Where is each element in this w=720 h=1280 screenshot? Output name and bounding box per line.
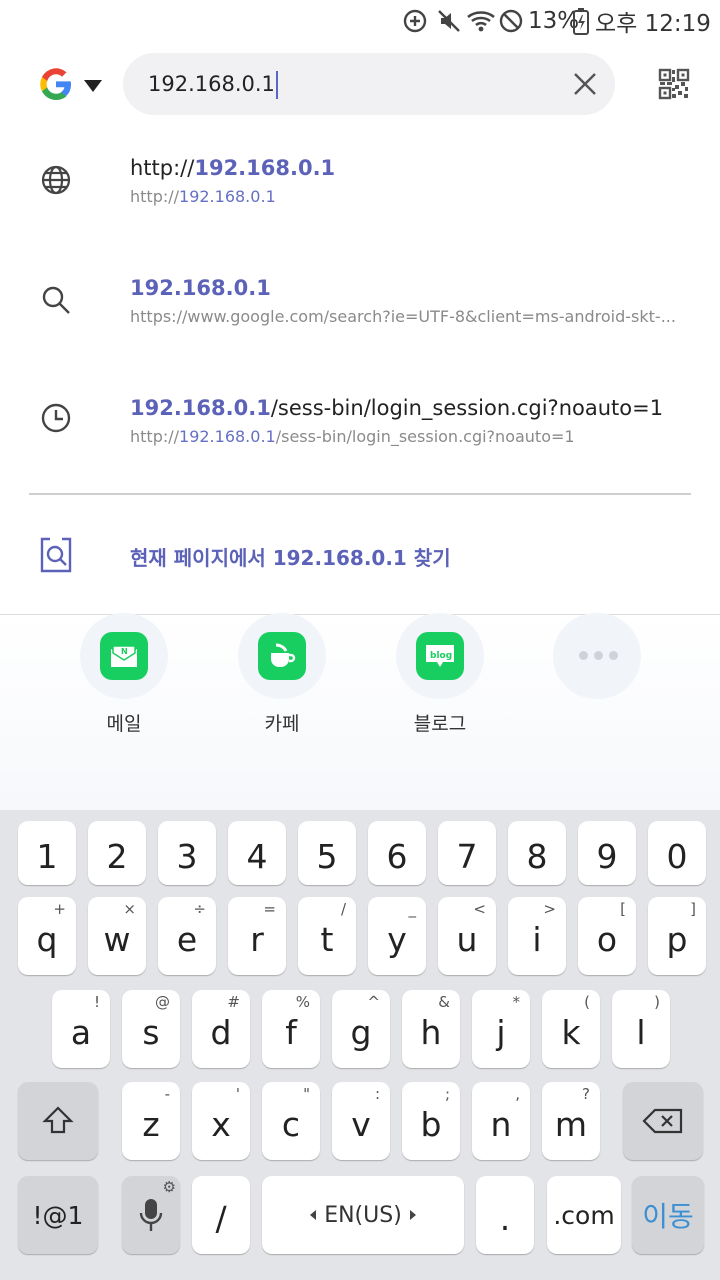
- battery-icon: [573, 6, 589, 36]
- key-l[interactable]: ) l: [612, 990, 670, 1068]
- key-2[interactable]: 2: [88, 821, 146, 885]
- go-key[interactable]: 이동: [632, 1176, 704, 1254]
- key-6[interactable]: 6: [368, 821, 426, 885]
- key-g[interactable]: ^ g: [332, 990, 390, 1068]
- voice-input-key[interactable]: ⚙: [122, 1176, 180, 1254]
- clock-time: 오후 12:19: [595, 11, 711, 37]
- key-j[interactable]: * j: [472, 990, 530, 1068]
- mute-icon: [436, 6, 462, 36]
- svg-text:N: N: [121, 647, 128, 656]
- key-z[interactable]: -z: [122, 1082, 180, 1160]
- key-5[interactable]: 5: [298, 821, 356, 885]
- suggestion-url: http://192.168.0.1/sess-bin/login_sessio…: [130, 427, 575, 446]
- key-v[interactable]: :v: [332, 1082, 390, 1160]
- key-4[interactable]: 4: [228, 821, 286, 885]
- divider: [29, 493, 691, 495]
- text-cursor: [275, 71, 278, 99]
- shift-key[interactable]: [18, 1082, 98, 1160]
- svg-text:blog: blog: [430, 651, 452, 661]
- more-dots-icon: [579, 651, 618, 660]
- key-u[interactable]: < u: [438, 897, 496, 975]
- keyboard: 1234567890 + q × w ÷ e = r / t _ y < u > i[o] p ! a @ s # d% f…: [0, 810, 720, 1280]
- address-bar[interactable]: 192.168.0.1: [123, 53, 615, 115]
- status-bar: 13% 오후 12:19: [0, 0, 720, 40]
- key-y[interactable]: _ y: [368, 897, 426, 975]
- suggestion-url: https://www.google.com/search?ie=UTF-8&c…: [130, 307, 676, 326]
- key-k[interactable]: (k: [542, 990, 600, 1068]
- shortcut-label: 블로그: [413, 713, 467, 735]
- key-b[interactable]: ; b: [402, 1082, 460, 1160]
- battery-percent: 13%: [528, 8, 580, 34]
- search-engine-dropdown-icon[interactable]: [84, 80, 102, 92]
- key-n[interactable]: ,n: [472, 1082, 530, 1160]
- slash-key[interactable]: /: [192, 1176, 250, 1254]
- key-x[interactable]: ' x: [192, 1082, 250, 1160]
- key-e[interactable]: ÷ e: [158, 897, 216, 975]
- suggestion-row[interactable]: 192.168.0.1 https://www.google.com/searc…: [0, 260, 720, 370]
- key-1[interactable]: 1: [18, 821, 76, 885]
- suggestion-row[interactable]: http://192.168.0.1 http://192.168.0.1: [0, 140, 720, 250]
- key-m[interactable]: ? m: [542, 1082, 600, 1160]
- naver-mail-icon: N: [100, 632, 148, 680]
- clock-icon: [38, 400, 74, 436]
- language-right-icon: [409, 1210, 416, 1220]
- period-key[interactable]: .: [476, 1176, 534, 1254]
- settings-gear-icon: ⚙: [162, 1178, 176, 1196]
- qr-code-icon[interactable]: [658, 68, 690, 100]
- data-saver-icon: [402, 6, 428, 36]
- key-t[interactable]: / t: [298, 897, 356, 975]
- key-i[interactable]: > i: [508, 897, 566, 975]
- find-in-page-row[interactable]: 현재 페이지에서 192.168.0.1 찾기: [0, 520, 720, 590]
- address-input[interactable]: 192.168.0.1: [148, 71, 278, 99]
- key-w[interactable]: × w: [88, 897, 146, 975]
- google-g-icon[interactable]: [38, 66, 74, 102]
- shortcut-label: 카페: [264, 713, 300, 735]
- naver-blog-icon: blog: [416, 632, 464, 680]
- key-o[interactable]: [o: [578, 897, 636, 975]
- suggestion-title: http://192.168.0.1: [130, 156, 336, 180]
- key-h[interactable]: & h: [402, 990, 460, 1068]
- space-key[interactable]: EN(US): [262, 1176, 464, 1254]
- no-sync-icon: [498, 6, 524, 36]
- dotcom-key[interactable]: .com: [547, 1176, 621, 1254]
- key-f[interactable]: % f: [262, 990, 320, 1068]
- key-7[interactable]: 7: [438, 821, 496, 885]
- shortcut-label: 메일: [106, 713, 142, 735]
- search-icon: [38, 282, 74, 318]
- key-s[interactable]: @ s: [122, 990, 180, 1068]
- globe-icon: [38, 162, 74, 198]
- key-9[interactable]: 9: [578, 821, 636, 885]
- key-c[interactable]: " c: [262, 1082, 320, 1160]
- suggestion-url: http://192.168.0.1: [130, 187, 276, 206]
- wifi-icon: [466, 6, 496, 36]
- key-r[interactable]: = r: [228, 897, 286, 975]
- language-left-icon: [310, 1210, 317, 1220]
- naver-cafe-icon: [258, 632, 306, 680]
- symbols-key[interactable]: !@1: [18, 1176, 98, 1254]
- key-p[interactable]: ] p: [648, 897, 706, 975]
- find-in-page-icon: [38, 536, 74, 578]
- suggestion-title: 192.168.0.1: [130, 276, 271, 300]
- space-language-label: EN(US): [324, 1202, 402, 1228]
- suggestion-title: 192.168.0.1/sess-bin/login_session.cgi?n…: [130, 396, 664, 420]
- key-3[interactable]: 3: [158, 821, 216, 885]
- key-0[interactable]: 0: [648, 821, 706, 885]
- find-in-page-label: 현재 페이지에서 192.168.0.1 찾기: [130, 546, 451, 570]
- key-d[interactable]: # d: [192, 990, 250, 1068]
- key-q[interactable]: + q: [18, 897, 76, 975]
- backspace-key[interactable]: [623, 1082, 703, 1160]
- clear-icon[interactable]: [569, 68, 601, 100]
- suggestion-row[interactable]: 192.168.0.1/sess-bin/login_session.cgi?n…: [0, 380, 720, 490]
- key-a[interactable]: ! a: [52, 990, 110, 1068]
- shortcut-panel: N 메일 카페 blog 블로그: [0, 613, 720, 810]
- key-8[interactable]: 8: [508, 821, 566, 885]
